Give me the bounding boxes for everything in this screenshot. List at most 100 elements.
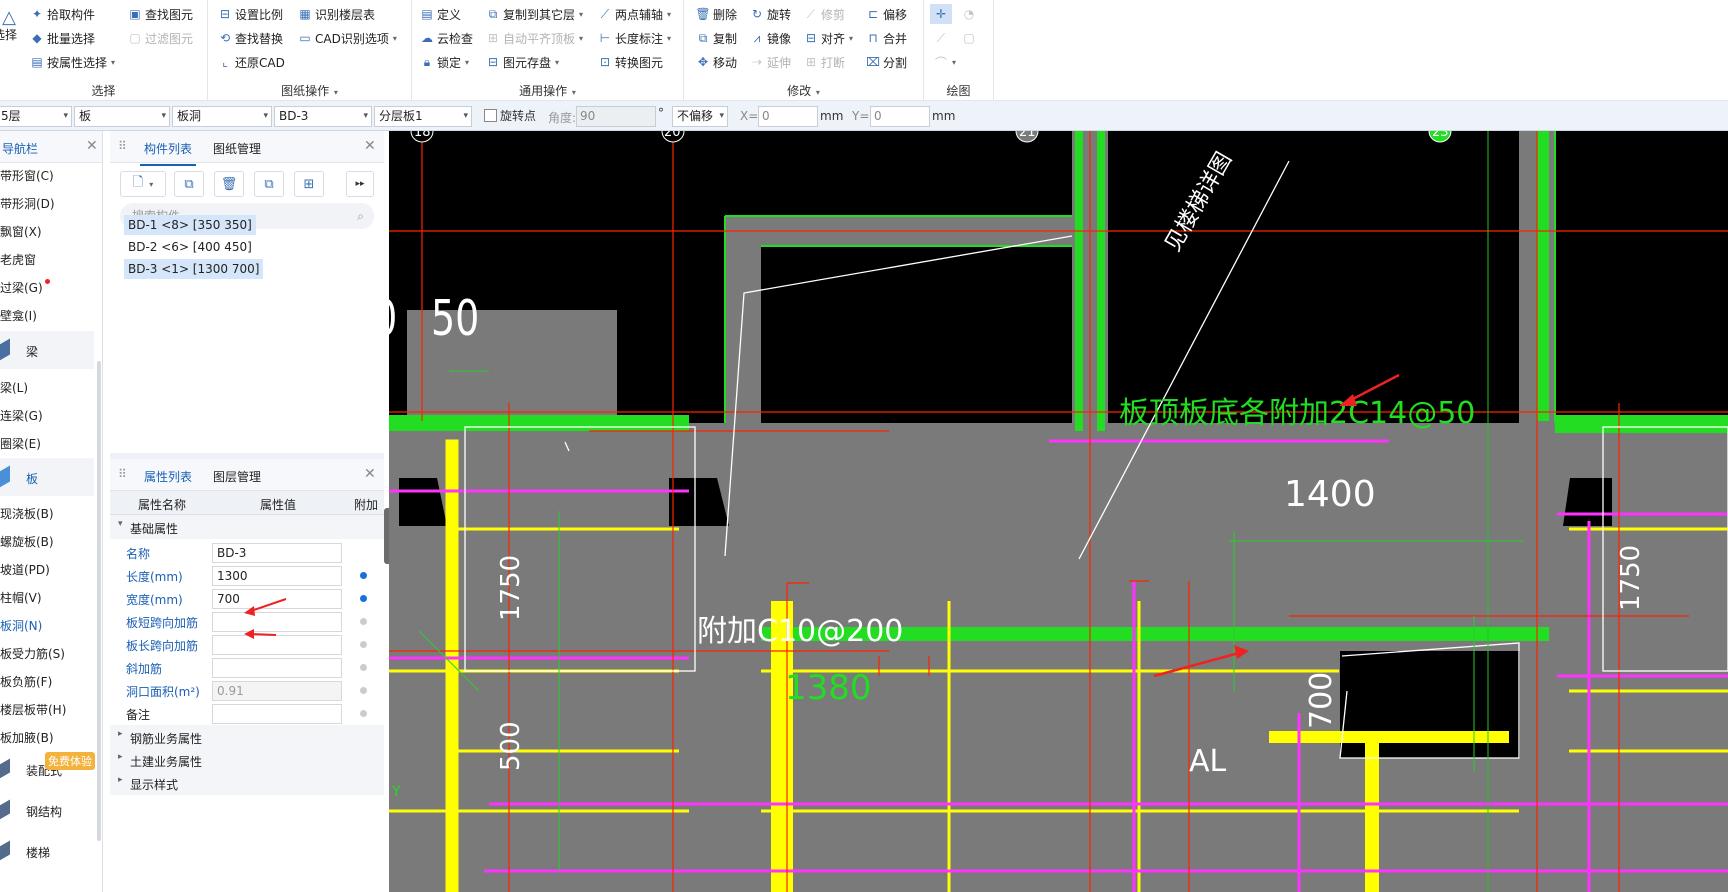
slab-band <box>1537 131 1549 421</box>
nav-group-prefab[interactable]: 装配式 免费体验 <box>0 750 95 788</box>
batch-select-button[interactable]: ◆ 批量选择 <box>30 28 95 48</box>
slab-band <box>1069 627 1549 641</box>
free-trial-badge[interactable]: 免费体验 <box>45 752 95 770</box>
draw-rect-button[interactable]: ▢ <box>962 28 976 48</box>
nav-item-column-cap[interactable]: 柱帽(V) <box>0 589 42 609</box>
filter-element-label: 过滤图元 <box>145 31 194 46</box>
offset-select[interactable]: 不偏移 <box>672 106 728 127</box>
angle-unit: ° <box>658 106 664 120</box>
chevron-down-icon: ▾ <box>392 33 397 43</box>
cad-drawing-canvas[interactable]: 18 20 21 23 H 50 00 1400 700 1380 1750 1… <box>389 131 1728 892</box>
find-replace-label: 查找替换 <box>235 31 284 46</box>
slab-band <box>1075 131 1083 431</box>
nav-item-coupling-beam[interactable]: 连梁(G) <box>0 407 43 427</box>
delete-button[interactable]: 🗑︎ 删除 <box>695 4 737 24</box>
nav-group-steel[interactable]: 钢结构 <box>0 791 94 829</box>
element-store-button[interactable]: ⊟ 图元存盘 ▾ <box>486 52 559 72</box>
break-button[interactable]: ⊞ 打断 <box>804 52 845 72</box>
nav-item-slab-haunch[interactable]: 板加腋(B) <box>0 729 54 749</box>
mirror-label: 镜像 <box>767 31 792 46</box>
slab-icon <box>0 465 10 489</box>
two-point-axis-button[interactable]: ⟋ 两点辅轴 ▾ <box>598 4 671 24</box>
nav-item-bay-window[interactable]: 飘窗(X) <box>0 223 42 243</box>
nav-group-stair[interactable]: 楼梯 <box>0 832 94 870</box>
yellow-rebar-line <box>445 439 459 892</box>
cloud-check-icon: ☁ <box>421 31 433 45</box>
red-arrow-head <box>244 629 254 639</box>
nav-item-cast-slab[interactable]: 现浇板(B) <box>0 505 54 525</box>
nav-item-ring-beam[interactable]: 圈梁(E) <box>0 435 41 455</box>
nav-item-slab-main-rebar[interactable]: 板受力筋(S) <box>0 645 65 665</box>
nav-item-spiral-slab[interactable]: 螺旋板(B) <box>0 533 54 553</box>
opening <box>389 131 725 291</box>
mirror-button[interactable]: ⩘ 镜像 <box>750 28 791 48</box>
nav-item-floor-slab-band[interactable]: 楼层板带(H) <box>0 701 66 721</box>
text-1750-right: 1750 <box>1616 545 1646 611</box>
component-select[interactable]: BD-3 <box>274 106 372 127</box>
nav-item-niche[interactable]: 壁龛(I) <box>0 307 37 327</box>
type-select[interactable]: 板洞 <box>172 106 272 127</box>
identify-floor-table-button[interactable]: ▦ 识别楼层表 <box>298 4 375 24</box>
draw-point-button[interactable]: ✛ <box>930 4 952 24</box>
rotate-point-label: 旋转点 <box>500 109 537 123</box>
restore-cad-button[interactable]: ⌞ 还原CAD <box>218 52 285 72</box>
nav-item-slab-hole[interactable]: 板洞(N) <box>0 617 42 637</box>
nav-item-beam[interactable]: 梁(L) <box>0 379 28 399</box>
rectangle-icon: ▢ <box>963 31 975 45</box>
lock-button[interactable]: 🔒︎ 锁定 ▾ <box>420 52 469 72</box>
offset-button[interactable]: ⊏ 偏移 <box>866 4 907 24</box>
layer-select[interactable]: 分层板1 <box>374 106 472 127</box>
filter-element-button[interactable]: ▢ 过滤图元 <box>128 28 193 48</box>
draw-rotate-point-button[interactable]: ◔ <box>962 4 976 24</box>
merge-button[interactable]: ⊓ 合并 <box>866 28 907 48</box>
select-by-property-button[interactable]: ▤ 按属性选择 ▾ <box>30 52 115 72</box>
red-arrow-head <box>244 606 255 616</box>
move-button[interactable]: ✥ 移动 <box>696 52 737 72</box>
nav-group-beam[interactable]: 梁 <box>0 331 94 369</box>
text-1380: 1380 <box>785 668 872 708</box>
angle-input[interactable]: 90 <box>576 106 656 127</box>
copy-button[interactable]: ⧉ 复制 <box>696 28 737 48</box>
floor-select[interactable]: 5层 <box>0 106 72 127</box>
length-dimension-button[interactable]: ⊢ 长度标注 ▾ <box>598 28 671 48</box>
copy-to-floor-button[interactable]: ⧉ 复制到其它层 ▾ <box>486 4 583 24</box>
draw-arc-button[interactable]: ⌒ ▾ <box>934 52 956 72</box>
nav-item-ramp[interactable]: 坡道(PD) <box>0 561 50 581</box>
y-input[interactable]: 0 <box>870 106 930 127</box>
nav-item-band-window[interactable]: 带形窗(C) <box>0 167 54 187</box>
nav-item-slab-negative-rebar[interactable]: 板负筋(F) <box>0 673 52 693</box>
cad-identify-options-button[interactable]: ▭ CAD识别选项 ▾ <box>298 28 397 48</box>
trim-button[interactable]: ⟋ 修剪 <box>804 4 845 24</box>
modify-group-title-label: 修改 <box>787 84 812 98</box>
cloud-check-button[interactable]: ☁ 云检查 <box>420 28 473 48</box>
close-icon[interactable]: ✕ <box>86 138 98 154</box>
convert-element-button[interactable]: ⊡ 转换图元 <box>598 52 663 72</box>
nav-item-band-hole[interactable]: 带形洞(D) <box>0 195 55 215</box>
set-scale-button[interactable]: ⊟ 设置比例 <box>218 4 283 24</box>
align-label: 对齐 <box>821 31 846 46</box>
chevron-down-icon: ▾ <box>667 33 672 43</box>
select-big-button[interactable]: △ 选择 <box>0 7 20 60</box>
find-element-button[interactable]: ▣ 查找图元 <box>128 4 193 24</box>
annotation-rebar-2c14: 板顶板底各附加2C14@50 <box>1119 396 1475 431</box>
category-select[interactable]: 板 <box>74 106 170 127</box>
draw-line-button[interactable]: ⟋ <box>934 28 948 48</box>
nav-scrollbar[interactable] <box>97 361 101 841</box>
pick-component-button[interactable]: ✦ 拾取构件 <box>30 4 95 24</box>
define-button[interactable]: ▤ 定义 <box>420 4 461 24</box>
split-button[interactable]: ⌧ 分割 <box>866 52 907 72</box>
extend-button[interactable]: ⇢ 延伸 <box>750 52 791 72</box>
align-button[interactable]: ⊟ 对齐 ▾ <box>804 28 853 48</box>
find-replace-button[interactable]: ⟲ 查找替换 <box>218 28 283 48</box>
nav-item-lintel[interactable]: 过梁(G) <box>0 279 50 299</box>
align-slab-icon: ⊞ <box>487 31 499 45</box>
rotate-point-checkbox[interactable]: 旋转点 <box>484 107 536 124</box>
auto-align-slab-button[interactable]: ⊞ 自动平齐顶板 ▾ <box>486 28 583 48</box>
filter-icon: ▢ <box>129 31 141 45</box>
nav-group-slab[interactable]: 板 <box>0 458 94 496</box>
x-input[interactable]: 0 <box>758 106 818 127</box>
point-icon: ✛ <box>935 7 947 21</box>
rotate-button[interactable]: ↻ 旋转 <box>750 4 791 24</box>
nav-item-dormer[interactable]: 老虎窗 <box>0 251 36 271</box>
angle-value: 90 <box>580 109 596 123</box>
